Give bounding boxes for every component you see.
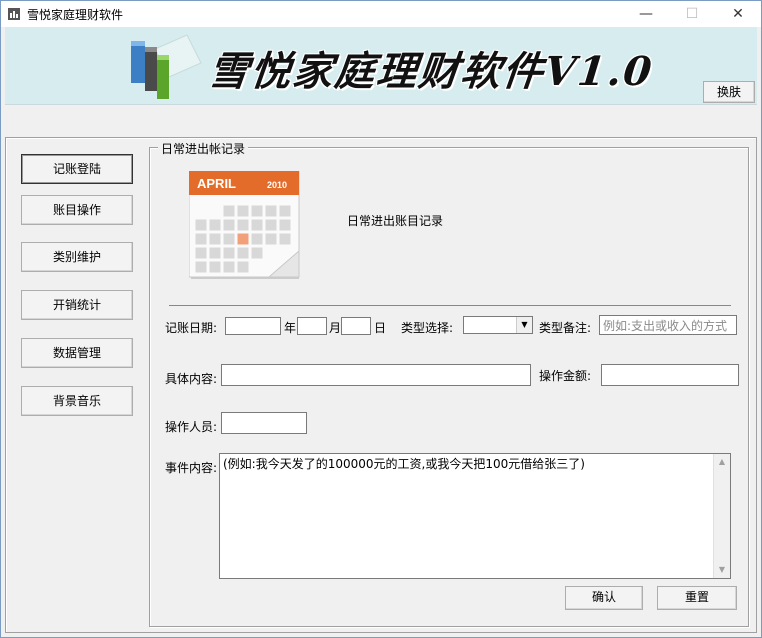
- calendar-icon: APRIL 2010: [189, 171, 300, 279]
- title-bar: 雪悦家庭理财软件 — ☐ ✕: [1, 1, 761, 27]
- banner-title: 雪悦家庭理财软件V1.0: [206, 48, 656, 95]
- content-input[interactable]: [221, 364, 531, 386]
- month-unit-label: 月: [329, 321, 342, 335]
- bar-chart-logo-icon: [131, 34, 202, 99]
- scroll-up-icon[interactable]: ▲: [714, 454, 730, 470]
- event-scrollbar[interactable]: ▲ ▼: [713, 454, 730, 578]
- nav-music-button[interactable]: 背景音乐: [21, 386, 133, 416]
- window-title: 雪悦家庭理财软件: [27, 8, 124, 22]
- chevron-down-icon[interactable]: ▼: [516, 317, 532, 333]
- type-select-label: 类型选择:: [401, 321, 454, 335]
- close-button[interactable]: ✕: [715, 1, 761, 27]
- year-input[interactable]: [225, 317, 281, 335]
- day-input[interactable]: [341, 317, 371, 335]
- amount-input[interactable]: [601, 364, 739, 386]
- year-unit-label: 年: [284, 321, 297, 335]
- nav-categories-button[interactable]: 类别维护: [21, 242, 133, 272]
- calendar-year-text: 2010: [267, 180, 287, 190]
- event-text: (例如:我今天发了的100000元的工资,或我今天把100元借给张三了): [223, 457, 585, 471]
- reset-button[interactable]: 重置: [657, 586, 737, 610]
- confirm-button[interactable]: 确认: [565, 586, 643, 610]
- nav-statistics-button[interactable]: 开销统计: [21, 290, 133, 320]
- date-label: 记账日期:: [165, 321, 218, 335]
- change-skin-button[interactable]: 换肤: [703, 81, 755, 103]
- minimize-button[interactable]: —: [623, 1, 669, 27]
- type-note-label: 类型备注:: [539, 321, 592, 335]
- type-note-input[interactable]: 例如:支出或收入的方式: [599, 315, 737, 335]
- app-icon: [8, 8, 20, 20]
- operator-label: 操作人员:: [165, 420, 218, 434]
- nav-login-button[interactable]: 记账登陆: [21, 154, 133, 184]
- event-textarea[interactable]: (例如:我今天发了的100000元的工资,或我今天把100元借给张三了) ▲ ▼: [219, 453, 731, 579]
- nav-accounts-button[interactable]: 账目操作: [21, 195, 133, 225]
- month-input[interactable]: [297, 317, 327, 335]
- amount-label: 操作金额:: [539, 369, 592, 383]
- scroll-down-icon[interactable]: ▼: [714, 562, 730, 578]
- day-unit-label: 日: [374, 321, 387, 335]
- calendar-month-text: APRIL: [197, 176, 236, 191]
- content-label: 具体内容:: [165, 372, 218, 386]
- calendar-caption: 日常进出账目记录: [347, 214, 444, 228]
- event-label: 事件内容:: [165, 461, 218, 475]
- nav-data-button[interactable]: 数据管理: [21, 338, 133, 368]
- app-banner: 雪悦家庭理财软件V1.0 换肤: [5, 27, 757, 105]
- app-window: 雪悦家庭理财软件 — ☐ ✕ 雪悦家庭理财软件V1.0 换肤 记账登陆 账目操作…: [0, 0, 762, 638]
- maximize-button[interactable]: ☐: [669, 1, 715, 27]
- groupbox-legend: 日常进出帐记录: [158, 140, 249, 157]
- type-select[interactable]: ▼: [463, 316, 533, 334]
- operator-input[interactable]: [221, 412, 307, 434]
- section-divider: [169, 305, 731, 306]
